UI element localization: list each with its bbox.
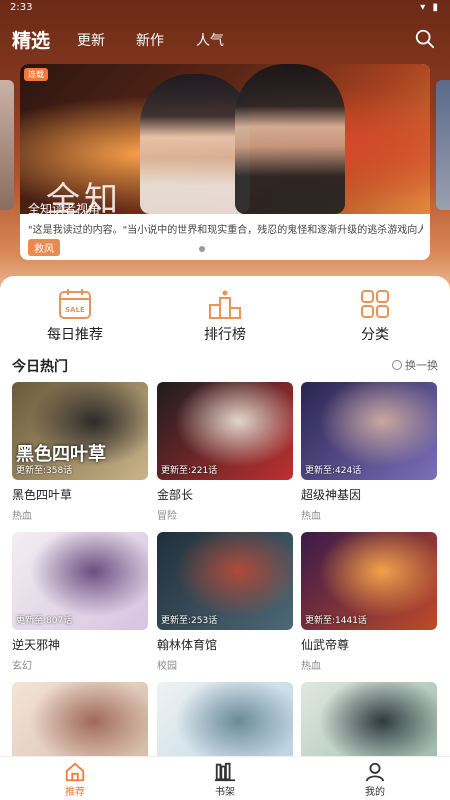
comic-genre: 玄幻 [12,661,32,672]
user-icon [365,762,385,782]
comic-card[interactable]: 更新至:253话翰林体育馆校园 [157,532,293,672]
comic-genre: 冒险 [157,511,177,522]
comic-update-status: 更新至:807话 [16,616,73,626]
nav-profile[interactable]: 我的 [345,761,405,798]
comic-title: 仙武帝尊 [301,638,350,652]
banner-tag: 救风 [28,239,60,256]
category-button[interactable]: 分类 [325,288,425,344]
comic-card[interactable] [157,682,293,756]
banner-next-peek[interactable] [436,80,450,210]
refresh-button[interactable]: 换一换 [392,357,438,373]
comic-genre: 热血 [301,511,321,522]
comic-cover: 更新至:1441话 [301,532,437,630]
category-label: 分类 [361,327,389,343]
comic-card[interactable]: 更新至:807话逆天邪神玄幻 [12,532,148,672]
content-panel: SALE 每日推荐 排行榜 分类 今日热门 换一换 黑色四叶草 更新至:358话黑… [0,276,450,756]
banner-character-left [140,74,250,214]
top-navigation: 精选 更新 新作 人气 [0,22,450,58]
refresh-icon [392,360,402,370]
tab-new[interactable]: 新作 [136,30,164,50]
comic-cover [157,682,293,756]
section-title: 今日热门 [12,359,68,375]
comic-card[interactable]: 更新至:221话金部长冒险 [157,382,293,522]
comic-title: 逆天邪神 [12,638,61,652]
comic-genre: 校园 [157,661,177,672]
comic-title: 超级神基因 [301,488,362,502]
nav-profile-label: 我的 [365,787,385,798]
comic-update-status: 更新至:424话 [305,466,362,476]
banner-description: "这是我读过的内容。"当小说中的世界和现实重合，残忍的鬼怪和逐渐升级的逃杀游戏向… [28,225,423,236]
comic-update-status: 更新至:253话 [161,616,218,626]
refresh-label: 换一换 [405,359,438,372]
podium-icon [209,290,241,319]
ranking-button[interactable]: 排行榜 [175,288,275,344]
status-icons: ▾ ▮ [420,2,440,13]
svg-text:SALE: SALE [65,306,85,314]
ranking-label: 排行榜 [204,327,246,343]
banner-badge: 连载 [24,68,48,81]
bookshelf-icon [214,762,236,782]
comic-cover [12,682,148,756]
comic-card[interactable] [12,682,148,756]
featured-banner[interactable]: 全知 连载 全知读者视角 "这是我读过的内容。"当小说中的世界和现实重合，残忍的… [20,64,430,260]
tab-popular[interactable]: 人气 [196,30,224,50]
nav-recommend[interactable]: 推荐 [45,761,105,798]
calendar-sale-icon: SALE [59,289,91,319]
comic-title: 翰林体育馆 [157,638,218,652]
nav-bookshelf[interactable]: 书架 [195,761,255,798]
comic-update-status: 更新至:221话 [161,466,218,476]
comic-genre: 热血 [301,661,321,672]
comic-card[interactable] [301,682,437,756]
tab-featured[interactable]: 精选 [12,26,50,53]
status-bar: 2:33 ▾ ▮ [0,0,450,18]
comic-cover: 更新至:253话 [157,532,293,630]
grid-icon [361,290,389,318]
carousel-indicator [199,246,205,252]
comic-genre: 热血 [12,511,32,522]
comic-title: 黑色四叶草 [12,488,73,502]
comic-cover: 黑色四叶草 更新至:358话 [12,382,148,480]
comic-cover: 更新至:424话 [301,382,437,480]
comic-card[interactable]: 更新至:1441话仙武帝尊热血 [301,532,437,672]
comic-card[interactable]: 更新至:424话超级神基因热血 [301,382,437,522]
bottom-navigation: 推荐 书架 我的 [0,756,450,800]
comic-title: 金部长 [157,488,194,502]
nav-bookshelf-label: 书架 [215,787,235,798]
comic-update-status: 更新至:1441话 [305,616,367,626]
comic-cover [301,682,437,756]
home-icon [65,762,85,782]
banner-character-right [235,64,345,214]
comic-card[interactable]: 黑色四叶草 更新至:358话黑色四叶草热血 [12,382,148,522]
status-time: 2:33 [10,2,33,13]
tab-updates[interactable]: 更新 [77,30,105,50]
banner-prev-peek[interactable] [0,80,14,210]
comic-cover: 更新至:807话 [12,532,148,630]
search-icon[interactable] [414,28,436,50]
daily-recommend-button[interactable]: SALE 每日推荐 [25,288,125,344]
comic-cover: 更新至:221话 [157,382,293,480]
nav-recommend-label: 推荐 [65,787,85,798]
daily-recommend-label: 每日推荐 [47,327,103,343]
comic-update-status: 更新至:358话 [16,466,73,476]
banner-title: 全知读者视角 [28,202,101,216]
